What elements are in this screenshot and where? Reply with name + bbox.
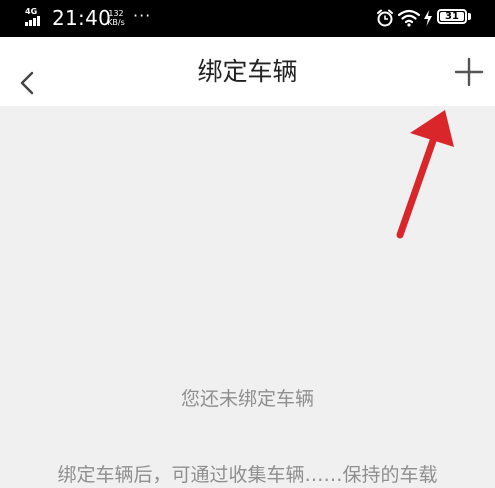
battery-icon: 31 (437, 9, 467, 24)
wifi-icon (398, 9, 420, 27)
navigation-bar: 绑定车辆 (0, 37, 495, 106)
signal-icon: 4G (25, 7, 45, 28)
plus-icon (454, 57, 484, 87)
status-bar: 4G 21:40 132 KB/s ··· 31 (0, 0, 495, 37)
battery-tip (468, 13, 471, 20)
page-title: 绑定车辆 (197, 57, 298, 86)
empty-state-message: 您还未绑定车辆 (180, 388, 314, 410)
network-speed-unit: KB/s (107, 18, 125, 27)
battery-level: 31 (445, 11, 459, 22)
charging-bolt-icon (424, 10, 432, 26)
network-speed: 132 KB/s (104, 9, 128, 27)
status-time: 21:40 (52, 6, 112, 30)
main-content: 您还未绑定车辆 绑定车辆后，可通过收集车辆……保持的车载 (0, 106, 495, 486)
alarm-clock-icon (377, 9, 393, 27)
empty-state-hint: 绑定车辆后，可通过收集车辆……保持的车载 (57, 464, 438, 486)
network-speed-value: 132 (108, 9, 124, 18)
network-type-label: 4G (25, 7, 38, 16)
add-vehicle-button[interactable] (447, 52, 491, 92)
more-notifications-dots: ··· (133, 6, 152, 25)
